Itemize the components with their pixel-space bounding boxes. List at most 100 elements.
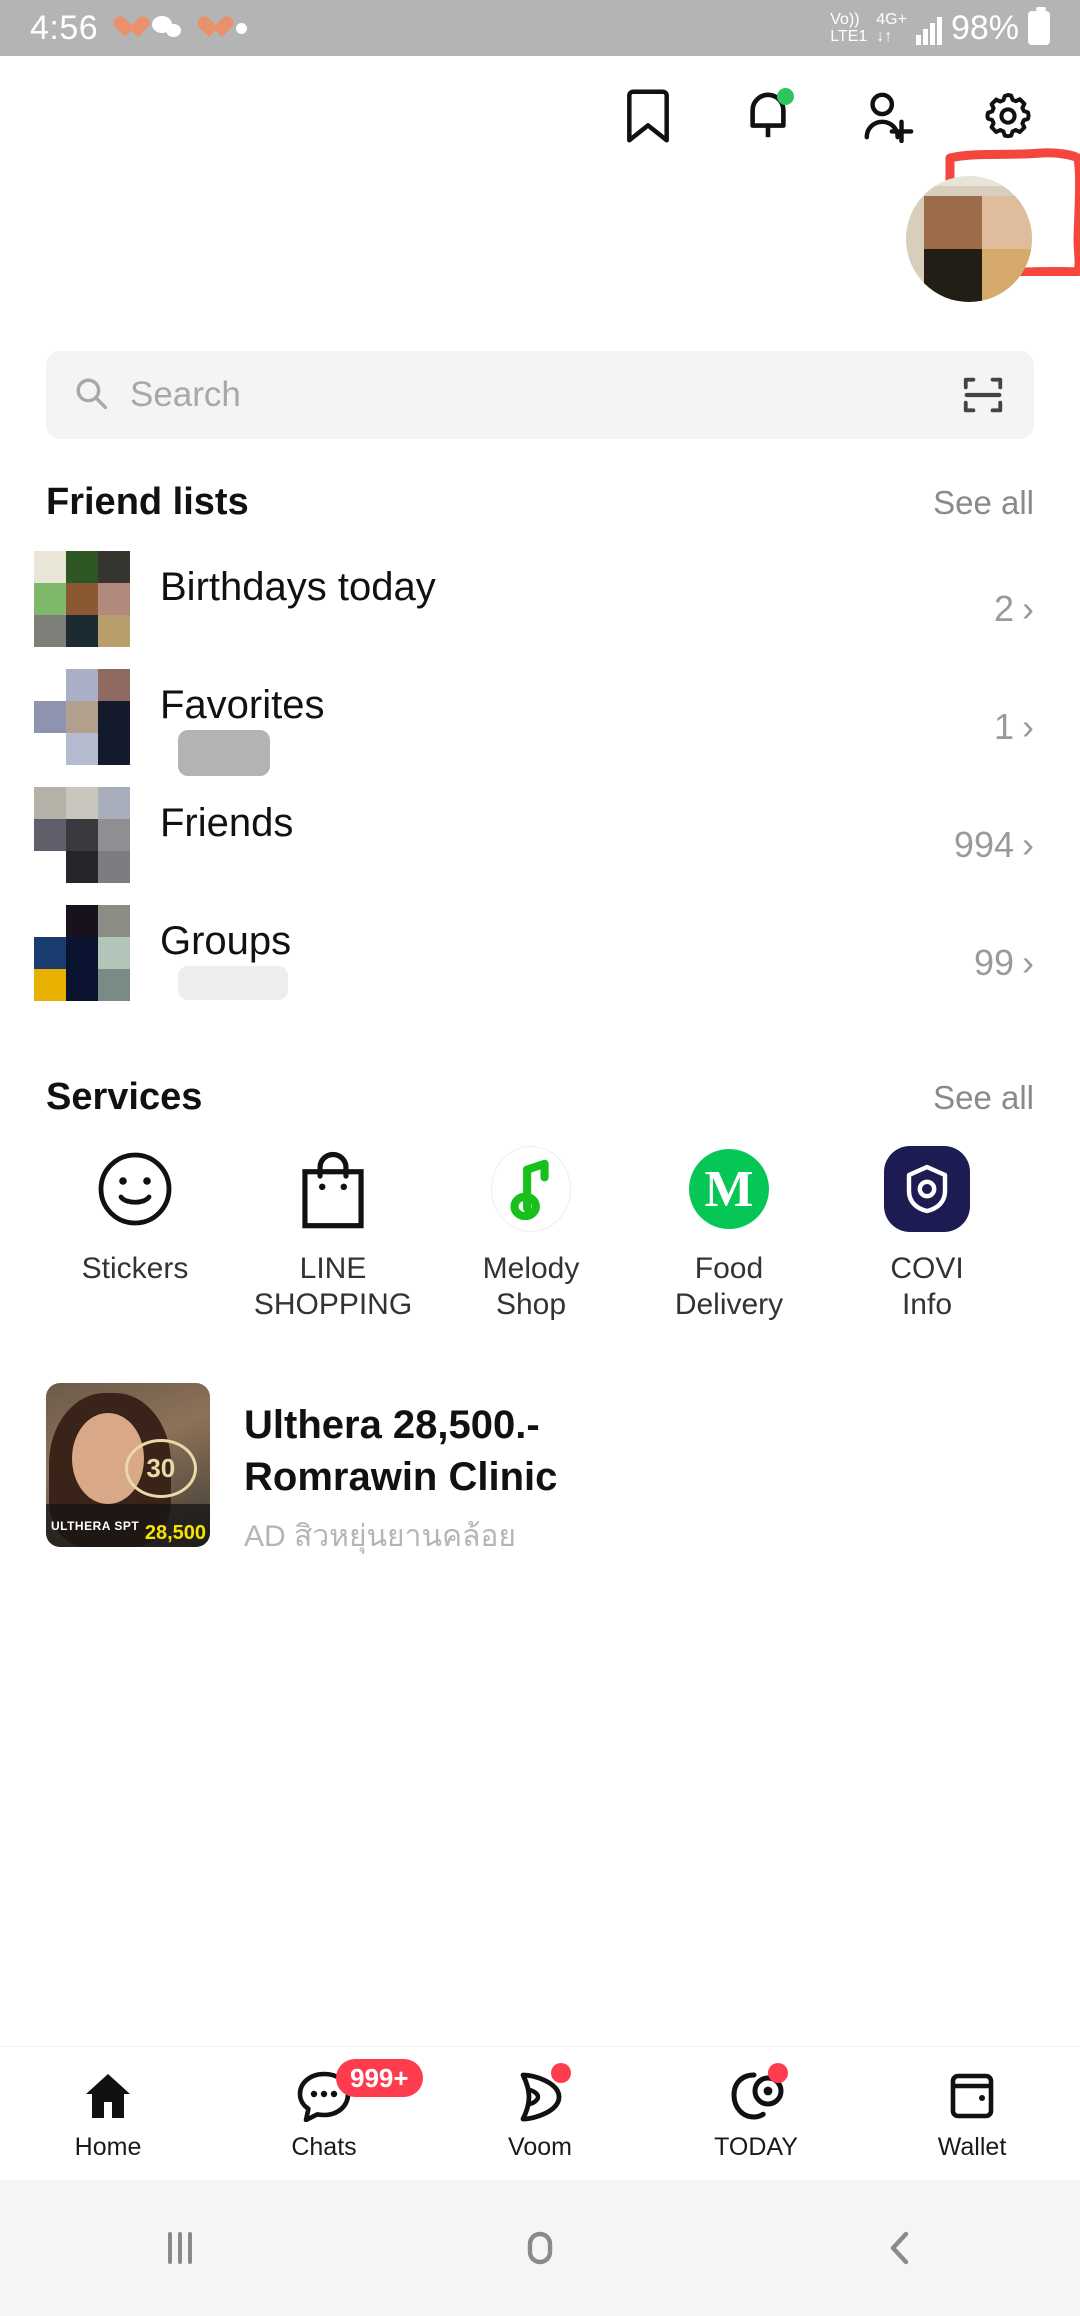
redacted-text [178,966,288,1000]
service-food-delivery[interactable]: M Food Delivery [630,1145,828,1323]
status-bar-left: 4:56 [30,8,248,48]
battery-icon [1028,7,1050,45]
add-friend-icon[interactable] [858,86,918,146]
nav-label: Wallet [937,2133,1007,2161]
avatar [34,669,130,765]
redacted-text [178,730,270,776]
status-bar: 4:56 Vo)) LTE1 4G+ ↓↑ 98% [0,0,1080,56]
wechat-icon [152,16,182,40]
list-item[interactable]: Birthdays today 2 › [0,540,1080,658]
list-item-label: Friends [160,800,294,845]
bookmark-icon[interactable] [618,86,678,146]
network-type: 4G+ ↓↑ [876,11,907,45]
list-item-count: 99 [973,942,1014,983]
search-section: Search [0,351,1080,439]
services-row: Stickers LINE SHOPPING Melody Shop M Foo… [0,1145,1080,1323]
section-title: Friend lists [46,481,249,523]
back-button[interactable] [720,2226,1080,2270]
gear-icon[interactable] [978,86,1038,146]
voom-dot [551,2063,571,2083]
today-dot [768,2063,788,2083]
qr-scan-icon[interactable] [960,372,1006,418]
food-delivery-m-icon: M [685,1145,773,1233]
nav-item-voom[interactable]: Voom [432,2063,648,2162]
nav-item-today[interactable]: TODAY [648,2063,864,2162]
ad-thumb-brand: ULTHERA SPT [51,1519,140,1533]
ad-badge: 30 [124,1438,197,1498]
search-placeholder: Search [130,375,241,414]
bell-icon[interactable] [738,86,798,146]
nav-item-chats[interactable]: 999+ Chats [216,2059,432,2162]
chevron-right-icon: › [1022,706,1034,747]
ad-thumb-price: 28,500 [144,1522,206,1544]
services-header: Services See all [0,1076,1080,1119]
services-see-all[interactable]: See all [933,1079,1034,1117]
home-icon [82,2065,134,2127]
signal-icon [915,15,942,45]
list-item-label: Groups [160,918,292,963]
list-item[interactable]: Groups 99 › [0,894,1080,1012]
ad-banner[interactable]: 30 ULTHERA SPT 28,500 Ulthera 28,500.- R… [0,1383,1080,1560]
list-item-count: 1 [993,706,1014,747]
list-item-meta: 1 › [994,706,1034,748]
list-item-label: Birthdays today [160,564,436,609]
list-item-count: 994 [953,824,1014,865]
avatar [34,905,130,1001]
heart-icon [112,15,138,41]
home-button[interactable] [360,2226,720,2270]
heart-icon [196,15,222,41]
ad-thumbnail: 30 ULTHERA SPT 28,500 [46,1383,210,1547]
avatar [34,787,130,883]
service-covid-info[interactable]: COVI Info [828,1145,1026,1323]
list-item-count: 2 [993,588,1014,629]
chat-bubble-icon: 999+ [296,2059,423,2127]
service-label: Food Delivery [674,1252,784,1321]
nav-label: TODAY [714,2133,798,2161]
ad-subtitle: AD สิวหยุ่นยานคล้อย [244,1520,517,1553]
android-nav-bar [0,2180,1080,2316]
avatar [34,551,130,647]
nav-label: Voom [508,2133,572,2161]
ad-text: Ulthera 28,500.- Romrawin Clinic AD สิวห… [244,1383,557,1560]
profile-row [0,176,1080,351]
friend-lists-see-all[interactable]: See all [933,484,1034,522]
music-note-icon [487,1145,575,1233]
ad-title-line2: Romrawin Clinic [244,1455,558,1499]
service-label: COVI Info [890,1252,964,1321]
list-item[interactable]: Friends 994 › [0,776,1080,894]
volte-icon: Vo)) LTE1 [830,11,868,45]
today-icon [728,2063,788,2127]
covid-shield-icon [883,1145,971,1233]
nav-label: Chats [291,2133,357,2161]
chevron-right-icon: › [1022,588,1034,629]
dot-icon [236,22,248,34]
avatar[interactable] [906,176,1032,302]
ad-title-line1: Ulthera 28,500.- [244,1403,540,1447]
wallet-icon [947,2065,997,2127]
section-title: Services [46,1076,203,1118]
shopping-bag-icon [289,1145,377,1233]
list-item-label: Favorites [160,682,325,727]
nav-item-home[interactable]: Home [0,2065,216,2162]
service-label: Melody Shop [482,1252,580,1321]
service-melody-shop[interactable]: Melody Shop [432,1145,630,1323]
header-toolbar [0,56,1080,276]
service-label: LINE SHOPPING [253,1252,413,1321]
recents-button[interactable] [0,2226,360,2270]
service-line-shopping[interactable]: LINE SHOPPING [234,1145,432,1323]
list-item-meta: 2 › [994,588,1034,630]
list-item-meta: 994 › [954,824,1034,866]
status-time: 4:56 [30,8,99,47]
chevron-right-icon: › [1022,824,1034,865]
chevron-right-icon: › [1022,942,1034,983]
notification-dot [777,88,794,105]
smiley-face-icon [91,1145,179,1233]
voom-play-icon [513,2063,571,2127]
search-input[interactable]: Search [46,351,1034,439]
friend-lists-header: Friend lists See all [0,481,1080,524]
list-item[interactable]: Favorites 1 › [0,658,1080,776]
nav-item-wallet[interactable]: Wallet [864,2065,1080,2162]
bottom-nav: Home 999+ Chats Voom TODAY Wallet [0,2046,1080,2180]
search-icon [74,376,108,415]
service-stickers[interactable]: Stickers [36,1145,234,1323]
